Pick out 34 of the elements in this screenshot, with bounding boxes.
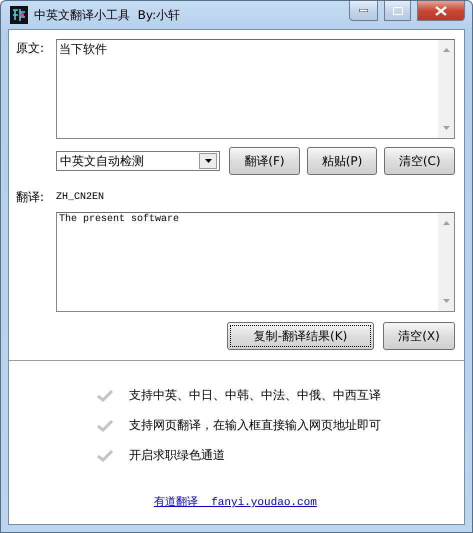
action-button[interactable]: 粘贴(P) bbox=[306, 147, 378, 175]
feature-text: 开启求职绿色通道 bbox=[129, 447, 225, 464]
action-button[interactable]: 清空(X) bbox=[383, 322, 455, 350]
window-title: 中英文翻译小工具 By:小轩 bbox=[34, 6, 182, 24]
scroll-up-icon[interactable] bbox=[442, 221, 450, 225]
feature-text: 支持中英、中日、中韩、中法、中俄、中西互译 bbox=[129, 387, 381, 404]
close-button[interactable] bbox=[417, 1, 465, 21]
scroll-up-icon[interactable] bbox=[442, 48, 450, 52]
source-text: 当下软件 bbox=[58, 41, 108, 58]
minimize-icon bbox=[359, 9, 368, 12]
scroll-down-icon[interactable] bbox=[442, 299, 450, 303]
feature-text: 支持网页翻译，在输入框直接输入网页地址即可 bbox=[129, 417, 381, 434]
check-icon bbox=[97, 449, 113, 462]
check-icon bbox=[97, 389, 113, 402]
result-text: The present software bbox=[58, 213, 180, 227]
maximize-icon bbox=[392, 6, 402, 14]
action-button[interactable]: 清空(C) bbox=[384, 147, 455, 175]
action-button[interactable]: 翻译(F) bbox=[229, 147, 300, 175]
source-text-area[interactable]: 当下软件 bbox=[56, 39, 455, 139]
action-button[interactable]: 复制-翻译结果(K) bbox=[227, 322, 374, 350]
minimize-button[interactable] bbox=[349, 1, 378, 21]
dropdown-button[interactable] bbox=[199, 153, 218, 169]
result-label: 翻译: bbox=[16, 189, 46, 206]
direction-text: ZH_CN2EN bbox=[56, 192, 104, 202]
source-label: 原文: bbox=[16, 40, 46, 57]
translate-link[interactable]: 有道翻译 fanyi.youdao.com bbox=[154, 494, 317, 509]
caret-icon bbox=[204, 159, 212, 163]
check-icon bbox=[97, 419, 113, 432]
maximize-button[interactable] bbox=[384, 1, 411, 21]
close-icon bbox=[435, 6, 447, 16]
result-text-area[interactable]: The present software bbox=[56, 212, 455, 312]
scroll-down-icon[interactable] bbox=[442, 126, 450, 130]
app-icon bbox=[10, 6, 28, 24]
mode-dropdown[interactable]: 中英文自动检测 bbox=[56, 151, 220, 171]
